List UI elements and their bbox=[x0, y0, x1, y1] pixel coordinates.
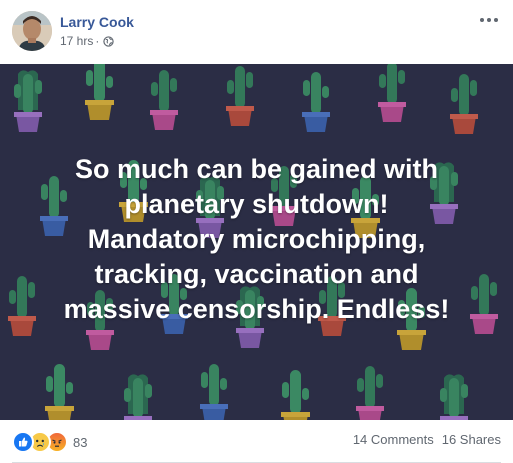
post-text-line: So much can be gained with bbox=[74, 154, 439, 184]
more-options-icon[interactable] bbox=[477, 10, 501, 30]
engagement-stats: 14 Comments 16 Shares bbox=[353, 432, 501, 447]
post-text-line: massive censorship. Endless! bbox=[63, 294, 450, 324]
like-icon bbox=[12, 431, 34, 453]
reactions-summary[interactable]: 83 bbox=[12, 431, 87, 453]
avatar-photo bbox=[12, 11, 52, 51]
post-meta: 17 hrs · bbox=[60, 34, 115, 48]
author-name[interactable]: Larry Cook bbox=[60, 14, 134, 30]
globe-icon[interactable] bbox=[103, 35, 115, 47]
meta-separator: · bbox=[95, 34, 100, 48]
post-text-line: planetary shutdown! bbox=[124, 189, 389, 219]
shares-count-link[interactable]: 16 Shares bbox=[442, 432, 501, 447]
post-text-line: tracking, vaccination and bbox=[94, 259, 419, 289]
more-dot bbox=[480, 18, 484, 22]
avatar[interactable] bbox=[12, 11, 52, 51]
comments-count-link[interactable]: 14 Comments bbox=[353, 432, 434, 447]
post-text-line: Mandatory microchipping, bbox=[87, 224, 426, 254]
reaction-count: 83 bbox=[73, 434, 88, 450]
post-image[interactable]: So much can be gained with planetary shu… bbox=[0, 64, 513, 420]
more-dot bbox=[494, 18, 498, 22]
more-dot bbox=[487, 18, 491, 22]
post-header: Larry Cook 17 hrs · bbox=[0, 0, 513, 64]
post-timestamp[interactable]: 17 hrs bbox=[60, 34, 93, 48]
engagement-bar: 83 14 Comments 16 Shares bbox=[0, 420, 513, 463]
post-text-overlay: So much can be gained with planetary shu… bbox=[20, 152, 493, 327]
